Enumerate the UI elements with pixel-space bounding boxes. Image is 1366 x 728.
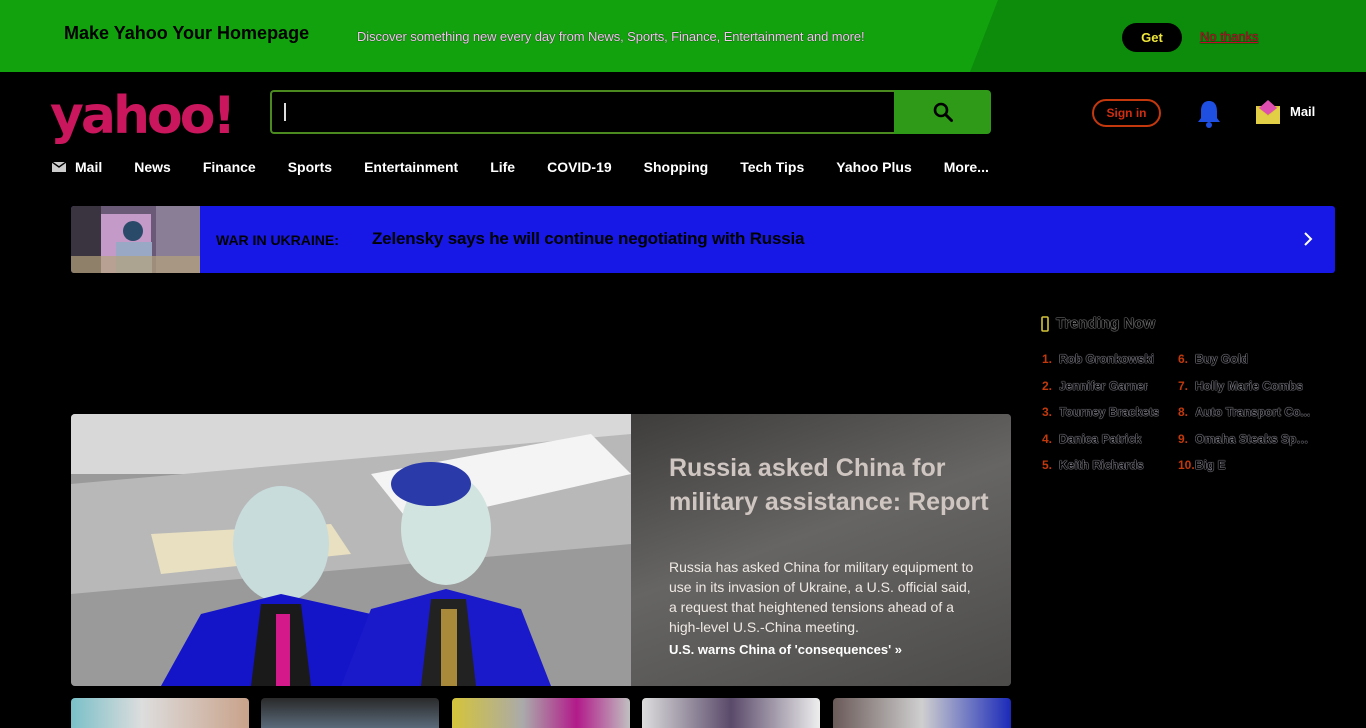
- chevron-right-icon[interactable]: [1303, 231, 1313, 247]
- trending-term[interactable]: Jennifer Garner: [1059, 379, 1148, 406]
- mail-link[interactable]: Mail: [1256, 98, 1315, 124]
- breaking-news-banner[interactable]: WAR IN UKRAINE: Zelensky says he will co…: [71, 206, 1335, 273]
- mail-label: Mail: [1290, 103, 1316, 119]
- homepage-promo-banner: Make Yahoo Your Homepage Discover someth…: [0, 0, 1366, 72]
- trending-rank: 9.: [1178, 431, 1189, 446]
- promo-title: Make Yahoo Your Homepage: [64, 23, 310, 43]
- nav-item-entertainment[interactable]: Entertainment: [364, 159, 458, 175]
- trending-icon: [1041, 315, 1049, 332]
- search-input[interactable]: [270, 90, 895, 134]
- bell-icon[interactable]: [1196, 98, 1222, 128]
- trending-term[interactable]: Buy Gold: [1195, 352, 1248, 379]
- trending-item[interactable]: 1. Rob Gronkowski: [1042, 352, 1159, 379]
- search-button[interactable]: [894, 90, 991, 134]
- promo-get-button[interactable]: Get: [1122, 23, 1182, 52]
- trending-list-left: 1. Rob Gronkowski 2. Jennifer Garner 3. Tou…: [1042, 352, 1159, 485]
- nav-item-shopping[interactable]: Shopping: [644, 159, 709, 175]
- trending-item[interactable]: 2. Jennifer Garner: [1042, 379, 1159, 406]
- trending-rank: 1.: [1042, 352, 1053, 366]
- breaking-news-headline[interactable]: Zelensky says he will continue negotiati…: [372, 229, 804, 249]
- trending-rank: 7.: [1178, 378, 1189, 393]
- hero-story-title[interactable]: Russia asked China for military assistan…: [669, 451, 989, 519]
- trending-item[interactable]: 6. Buy Gold: [1178, 352, 1315, 379]
- nav-item-life[interactable]: Life: [490, 159, 515, 175]
- trending-term[interactable]: Holly Marie Combs: [1195, 379, 1303, 406]
- trending-item[interactable]: 10. Big E: [1178, 458, 1315, 485]
- trending-term[interactable]: Omaha Steaks Speci...: [1195, 432, 1315, 459]
- trending-term[interactable]: Auto Transport Co...: [1195, 405, 1310, 432]
- main-nav: Mail News Finance Sports Entertainment L…: [52, 158, 1021, 176]
- hero-story-card[interactable]: Russia asked China for military assistan…: [71, 414, 1011, 686]
- search-icon: [933, 102, 953, 122]
- trending-term[interactable]: Tourney Brackets: [1059, 405, 1159, 432]
- nav-item-tech-tips[interactable]: Tech Tips: [740, 159, 804, 175]
- trending-term[interactable]: Rob Gronkowski: [1059, 352, 1154, 379]
- story-thumbnail[interactable]: [261, 698, 439, 728]
- nav-item-news[interactable]: News: [134, 159, 171, 175]
- promo-description: Discover something new every day from Ne…: [357, 29, 865, 44]
- breaking-news-thumbnail: [71, 206, 200, 273]
- trending-now-title: Trending Now: [1056, 315, 1156, 332]
- story-thumbnail[interactable]: [833, 698, 1011, 728]
- nav-item-more[interactable]: More...: [944, 159, 989, 175]
- trending-rank: 8.: [1178, 405, 1189, 419]
- trending-term[interactable]: Big E: [1195, 458, 1226, 485]
- nav-item-covid[interactable]: COVID-19: [547, 159, 612, 175]
- yahoo-logo[interactable]: yahoo!: [50, 86, 236, 146]
- nav-item-sports[interactable]: Sports: [288, 159, 332, 175]
- nav-item-yahoo-plus[interactable]: Yahoo Plus: [836, 159, 911, 175]
- nav-item-finance[interactable]: Finance: [203, 159, 256, 175]
- mail-envelope-icon: [1256, 100, 1280, 124]
- promo-dismiss-link[interactable]: No thanks: [1200, 29, 1259, 44]
- trending-now-heading: Trending Now: [1040, 315, 1155, 332]
- breaking-news-tag: WAR IN UKRAINE:: [216, 232, 339, 248]
- hero-story-image: [71, 414, 631, 686]
- trending-term[interactable]: Keith Richards: [1059, 458, 1144, 485]
- trending-item[interactable]: 5. Keith Richards: [1042, 458, 1159, 485]
- text-caret: [284, 103, 286, 121]
- trending-rank: 6.: [1178, 352, 1189, 366]
- trending-item[interactable]: 7. Holly Marie Combs: [1178, 379, 1315, 406]
- trending-list-right: 6. Buy Gold 7. Holly Marie Combs 8. Auto Tr…: [1178, 352, 1315, 485]
- story-thumbnail[interactable]: [452, 698, 630, 728]
- trending-item[interactable]: 9. Omaha Steaks Speci...: [1178, 432, 1315, 459]
- trending-rank: 4.: [1042, 431, 1053, 446]
- trending-rank: 5.: [1042, 458, 1053, 472]
- hero-story-text: Russia asked China for military assistan…: [631, 414, 1011, 686]
- nav-item-mail[interactable]: Mail: [52, 159, 102, 175]
- story-thumbnail[interactable]: [642, 698, 820, 728]
- nav-item-label: Mail: [75, 159, 103, 175]
- trending-rank: 3.: [1042, 405, 1053, 419]
- trending-term[interactable]: Danica Patrick: [1059, 432, 1142, 459]
- hero-story-summary: Russia has asked China for military equi…: [669, 559, 974, 635]
- sign-in-button[interactable]: Sign in: [1092, 99, 1161, 127]
- trending-item[interactable]: 4. Danica Patrick: [1042, 432, 1159, 459]
- trending-item[interactable]: 3. Tourney Brackets: [1042, 405, 1159, 432]
- story-thumbnail[interactable]: [71, 698, 249, 728]
- trending-rank: 10.: [1178, 458, 1195, 472]
- mail-icon: [52, 162, 66, 172]
- hero-related-link[interactable]: U.S. warns China of 'consequences' »: [669, 642, 902, 657]
- trending-item[interactable]: 8. Auto Transport Co...: [1178, 405, 1315, 432]
- trending-rank: 2.: [1042, 378, 1053, 393]
